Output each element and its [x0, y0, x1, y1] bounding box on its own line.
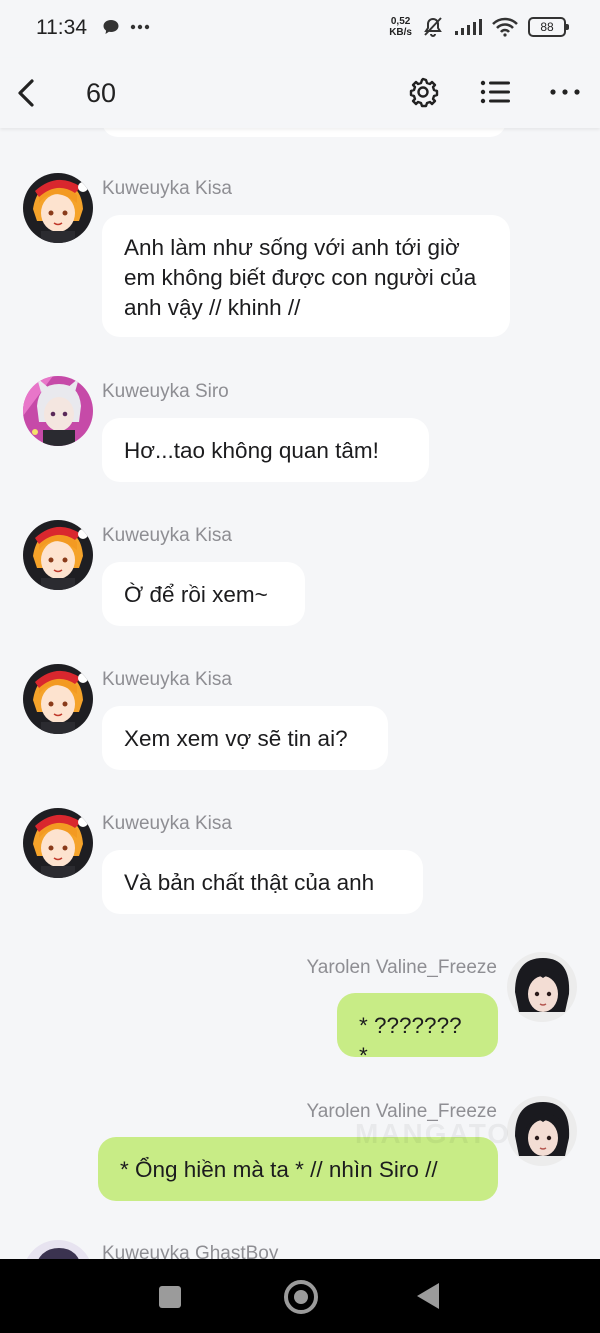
chat-notification-icon	[103, 20, 119, 34]
sender-name: Kuweuyka Kisa	[102, 813, 232, 834]
avatar[interactable]	[507, 952, 577, 1022]
message-bubble[interactable]: Xem xem vợ sẽ tin ai?	[102, 706, 388, 770]
gear-icon[interactable]	[406, 75, 440, 109]
message-bubble[interactable]: Anh làm như sống với anh tới giờ em khôn…	[102, 215, 510, 337]
page-title: 60	[86, 78, 117, 108]
bell-muted-icon	[424, 17, 442, 37]
sender-name: Kuweuyka Siro	[102, 381, 229, 402]
message-bubble[interactable]: Ờ để rồi xem~	[102, 562, 305, 626]
sender-name: Yarolen Valine_Freeze	[306, 957, 497, 978]
wifi-icon	[492, 17, 518, 37]
status-bar: 11:34 0,52 KB/s 88	[0, 0, 600, 58]
system-navigation-bar	[0, 1259, 600, 1333]
avatar[interactable]	[23, 173, 93, 243]
sender-name: Kuweuyka Kisa	[102, 669, 232, 690]
back-triangle-icon[interactable]	[417, 1283, 439, 1309]
battery-indicator: 88	[528, 17, 569, 37]
avatar[interactable]	[23, 376, 93, 446]
avatar[interactable]	[507, 1096, 577, 1166]
recent-apps-icon[interactable]	[159, 1286, 181, 1308]
more-notifications-icon	[130, 24, 150, 30]
top-bar: 60	[0, 58, 600, 128]
message-bubble[interactable]: Và bản chất thật của anh	[102, 850, 423, 914]
avatar[interactable]	[23, 808, 93, 878]
message-bubble[interactable]: Hơ...tao không quan tâm!	[102, 418, 429, 482]
watermark: MANGATO	[355, 1118, 512, 1149]
sender-name: Kuweuyka Kisa	[102, 178, 232, 199]
signal-icon	[455, 19, 482, 35]
list-icon[interactable]	[478, 75, 512, 109]
more-icon[interactable]	[548, 75, 582, 109]
back-arrow-icon[interactable]	[12, 75, 42, 111]
avatar[interactable]	[23, 520, 93, 590]
network-speed: 0,52 KB/s	[389, 16, 412, 38]
message-bubble[interactable]: * ??????? *	[337, 993, 498, 1068]
home-icon[interactable]	[284, 1280, 318, 1314]
status-time: 11:34	[36, 16, 87, 39]
avatar[interactable]	[23, 664, 93, 734]
sender-name: Kuweuyka Kisa	[102, 525, 232, 546]
